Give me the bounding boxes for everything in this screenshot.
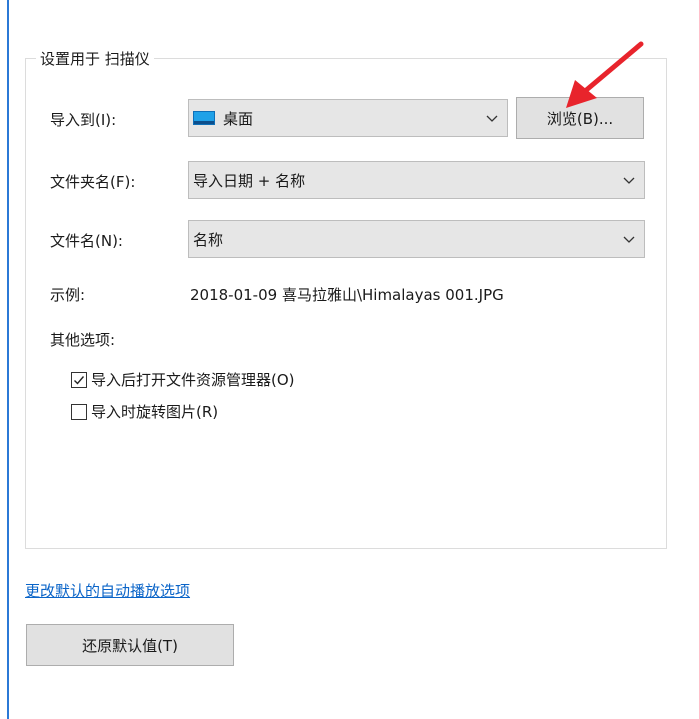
- group-legend: 设置用于 扫描仪: [36, 48, 154, 69]
- window-left-border: [7, 0, 9, 719]
- restore-defaults-button[interactable]: 还原默认值(T): [26, 624, 234, 666]
- file-name-value: 名称: [193, 230, 224, 249]
- browse-button[interactable]: 浏览(B)...: [516, 97, 644, 139]
- import-to-value: 桌面: [223, 109, 254, 128]
- chevron-down-icon: [486, 115, 498, 122]
- other-options-label: 其他选项:: [50, 331, 116, 349]
- folder-name-label: 文件夹名(F):: [50, 173, 136, 191]
- example-value: 2018-01-09 喜马拉雅山\Himalayas 001.JPG: [190, 286, 504, 304]
- desktop-folder-icon: [193, 111, 215, 125]
- file-name-dropdown[interactable]: 名称: [188, 220, 645, 258]
- open-explorer-option[interactable]: 导入后打开文件资源管理器(O): [71, 369, 295, 390]
- checkmark-icon: [74, 375, 85, 385]
- open-explorer-label: 导入后打开文件资源管理器(O): [91, 371, 295, 389]
- import-to-dropdown[interactable]: 桌面: [188, 99, 508, 137]
- import-to-label: 导入到(I):: [50, 111, 117, 129]
- example-label: 示例:: [50, 286, 86, 304]
- folder-name-value: 导入日期 + 名称: [193, 171, 306, 190]
- open-explorer-checkbox[interactable]: [71, 371, 87, 388]
- folder-name-dropdown[interactable]: 导入日期 + 名称: [188, 161, 645, 199]
- file-name-label: 文件名(N):: [50, 232, 123, 250]
- chevron-down-icon: [623, 177, 635, 184]
- rotate-pictures-checkbox[interactable]: [71, 403, 87, 420]
- change-autoplay-defaults-link[interactable]: 更改默认的自动播放选项: [25, 580, 190, 601]
- rotate-pictures-label: 导入时旋转图片(R): [91, 403, 219, 421]
- chevron-down-icon: [623, 236, 635, 243]
- rotate-pictures-option[interactable]: 导入时旋转图片(R): [71, 401, 218, 422]
